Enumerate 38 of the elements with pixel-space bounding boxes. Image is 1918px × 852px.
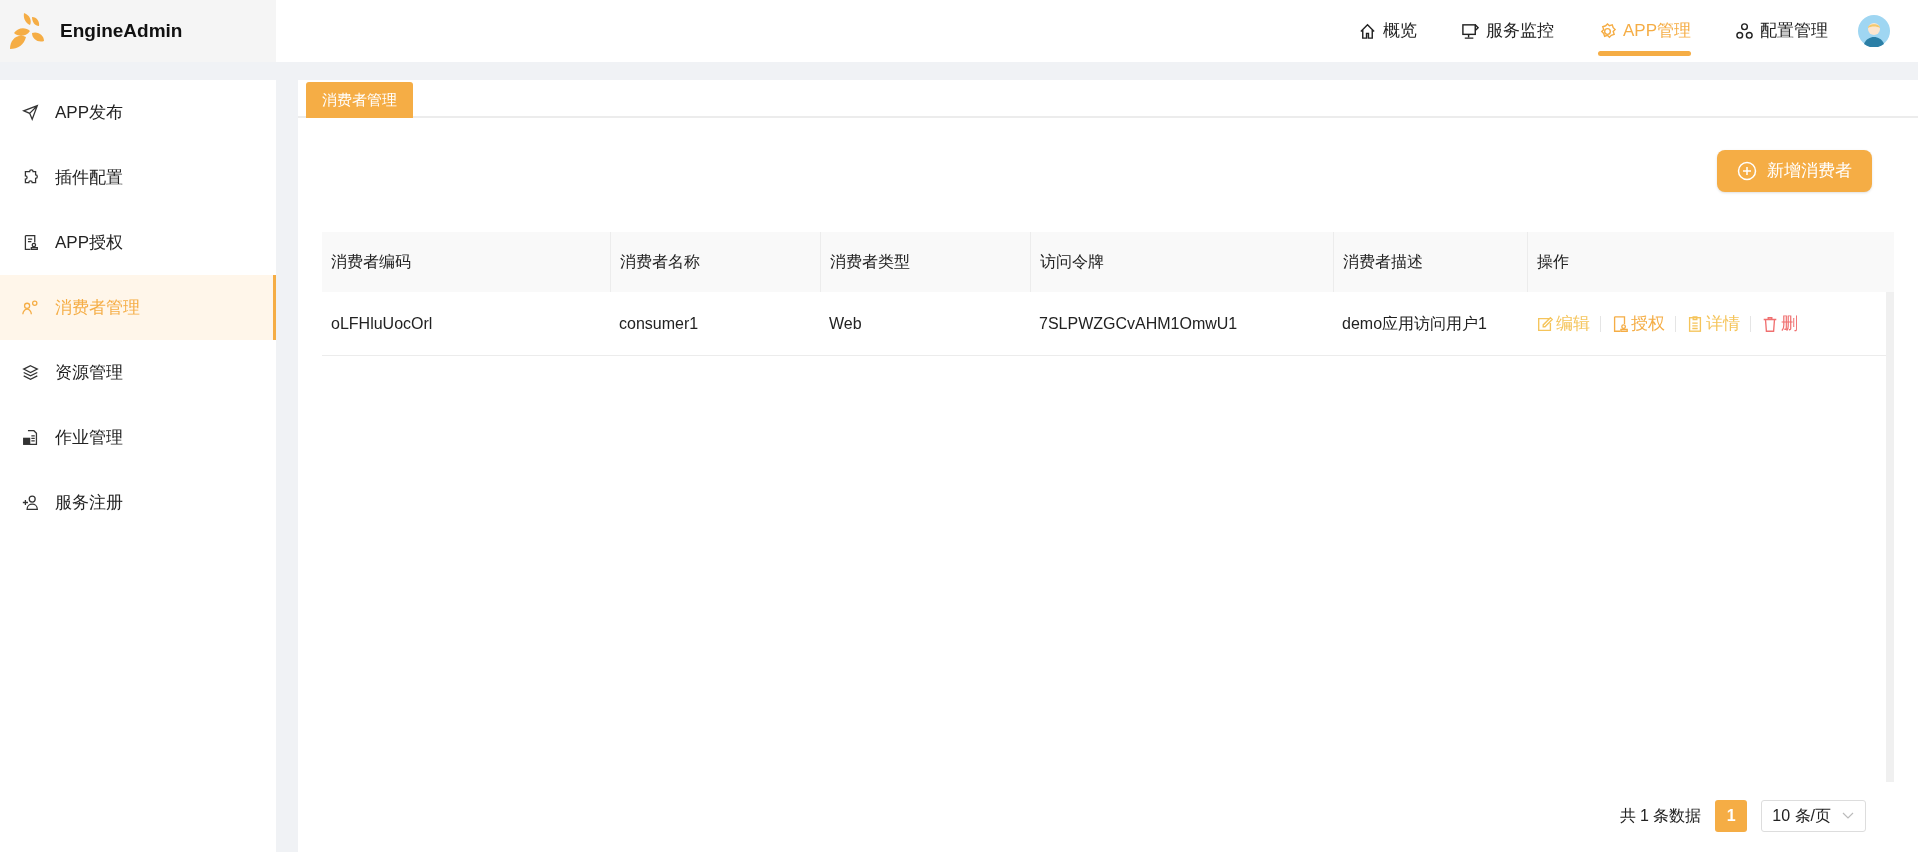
monitor-icon bbox=[1460, 21, 1480, 41]
table-cell-text: demo应用访问用户1 bbox=[1341, 314, 1487, 332]
nav-tab[interactable]: 服务监控 bbox=[1460, 0, 1554, 62]
brand-name: EngineAdmin bbox=[60, 18, 183, 43]
avatar-icon[interactable] bbox=[1858, 15, 1890, 47]
table-cell-text: oLFHluUocOrl bbox=[330, 314, 433, 332]
page-size-select[interactable]: 10 条/页 bbox=[1761, 800, 1866, 832]
trash-icon bbox=[1761, 314, 1779, 333]
total-count: 共 1 条数据 bbox=[1619, 806, 1702, 826]
nav-tab[interactable]: 配置管理 bbox=[1735, 0, 1828, 62]
clipboard-icon bbox=[1686, 314, 1704, 333]
table-cell-text: consumer1 bbox=[618, 314, 699, 332]
document-icon bbox=[22, 234, 39, 251]
sidebar-item[interactable]: 服务注册 bbox=[0, 470, 276, 535]
column-header: 消费者名称 bbox=[619, 252, 700, 272]
puzzle-icon bbox=[22, 169, 39, 186]
table-cell-text: 7SLPWZGCvAHM1OmwU1 bbox=[1038, 314, 1238, 332]
plus-circle-icon bbox=[1737, 161, 1757, 181]
document-icon bbox=[22, 429, 39, 446]
add-user-icon bbox=[22, 494, 39, 511]
column-header: 操作 bbox=[1536, 252, 1569, 272]
sidebar-item[interactable]: 插件配置 bbox=[0, 145, 276, 210]
sidebar-item[interactable]: 作业管理 bbox=[0, 405, 276, 470]
column-header: 消费者描述 bbox=[1342, 252, 1423, 272]
sidebar-item[interactable]: 资源管理 bbox=[0, 340, 276, 405]
paper-plane-icon bbox=[22, 104, 39, 121]
document-icon bbox=[1611, 314, 1629, 333]
table-cell-text: Web bbox=[828, 314, 862, 332]
column-header: 消费者编码 bbox=[330, 252, 411, 272]
nav-tab[interactable]: 概览 bbox=[1357, 0, 1417, 62]
user-gear-icon bbox=[22, 299, 39, 316]
sidebar-item[interactable]: APP发布 bbox=[0, 80, 276, 145]
edit-icon bbox=[1536, 314, 1554, 333]
column-header: 访问令牌 bbox=[1039, 252, 1104, 272]
sidebar-item[interactable]: APP授权 bbox=[0, 210, 276, 275]
layers-icon bbox=[22, 364, 39, 381]
circles-icon bbox=[1735, 21, 1754, 41]
column-header: 消费者类型 bbox=[829, 252, 910, 272]
